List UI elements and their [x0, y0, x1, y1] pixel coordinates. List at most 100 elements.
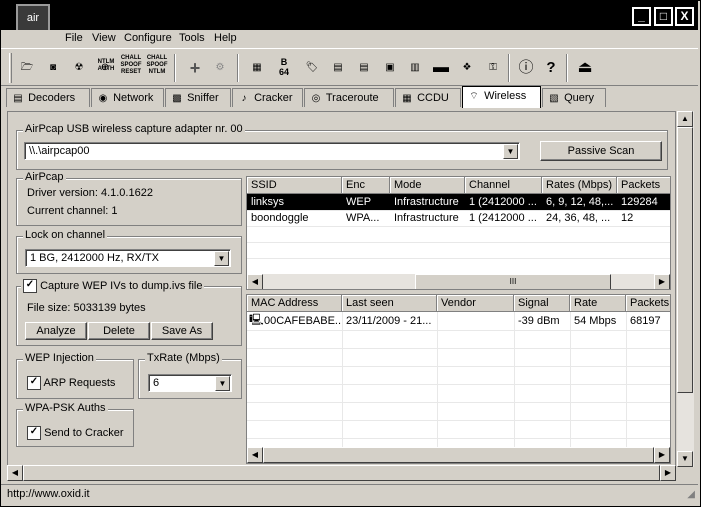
col-vendor[interactable]: Vendor [437, 295, 514, 312]
cmll-spoof-ntlm-icon[interactable]: CHALL SPOOF NTLM [145, 55, 169, 79]
tab-query[interactable]: ▧ Query [542, 88, 606, 107]
chevron-down-icon[interactable]: ▼ [215, 376, 230, 391]
col-rates[interactable]: Rates (Mbps) [542, 177, 617, 194]
send-to-cracker-row[interactable]: ✓ Send to Cracker [27, 426, 124, 440]
col-signal[interactable]: Signal [514, 295, 570, 312]
col-last-seen[interactable]: Last seen [342, 295, 437, 312]
scroll-down-icon[interactable]: ▼ [677, 451, 693, 467]
resize-grip-icon[interactable]: ◢ [687, 489, 695, 500]
txrate-select[interactable]: 6 ▼ [148, 374, 232, 392]
network-icon[interactable]: ❖ [455, 56, 479, 80]
tab-sniffer[interactable]: ▩ Sniffer [165, 88, 231, 107]
record-icon[interactable]: ▬ [429, 56, 453, 80]
col-packets[interactable]: Packets [626, 295, 670, 312]
passive-scan-button[interactable]: Passive Scan [540, 141, 662, 161]
network-icon: ◉ [98, 93, 108, 104]
adapter-select-value: \\.\airpcap00 [29, 145, 90, 157]
ap-list-hscrollbar[interactable]: ◀ III ▶ [247, 274, 670, 289]
toolbar-separator [174, 54, 176, 82]
terminal-icon[interactable]: ▣ [378, 56, 402, 80]
tag-icon[interactable]: 🏷 [300, 56, 324, 80]
chevron-down-icon[interactable]: ▼ [214, 251, 229, 266]
cmll-spoof-reset-icon[interactable]: CHALL SPOOF RESET [119, 55, 143, 79]
arp-requests-checkbox[interactable]: ✓ [27, 376, 41, 390]
biohazard-icon[interactable]: ☢ [67, 56, 91, 80]
lock-channel-value: 1 BG, 2412000 Hz, RX/TX [30, 252, 160, 264]
col-channel[interactable]: Channel [465, 177, 542, 194]
delete-button[interactable]: Delete [88, 322, 150, 340]
menu-help[interactable]: Help [214, 32, 237, 44]
grid-line [247, 348, 670, 349]
tab-cracker[interactable]: ♪ Cracker [232, 88, 303, 107]
info-icon[interactable]: ⓘ [514, 56, 538, 80]
key-icon[interactable]: ⚿ [481, 56, 505, 80]
minimize-button[interactable]: _ [632, 7, 651, 26]
driver-version: Driver version: 4.1.0.1622 [27, 187, 153, 199]
scroll-left-icon[interactable]: ◀ [247, 447, 263, 463]
lock-channel-select[interactable]: 1 BG, 2412000 Hz, RX/TX ▼ [25, 249, 231, 267]
scroll-right-icon[interactable]: ▶ [660, 465, 676, 481]
send-to-cracker-checkbox[interactable]: ✓ [27, 426, 41, 440]
ccdu-icon: ▦ [402, 93, 412, 104]
scroll-thumb[interactable]: III [415, 274, 611, 289]
main-hscrollbar[interactable]: ◀ ▶ [7, 465, 676, 481]
table-row[interactable]: linksys WEP Infrastructure 1 (2412000 ..… [247, 194, 670, 210]
scroll-thumb[interactable] [677, 127, 693, 393]
hash-icon[interactable]: ▤ [326, 56, 350, 80]
help-icon[interactable]: ? [539, 56, 563, 80]
clear-icon[interactable]: ⚙ [208, 56, 232, 80]
client-list-hscrollbar[interactable]: ◀ ▶ [247, 447, 670, 463]
chevron-down-icon[interactable]: ▼ [503, 144, 518, 159]
open-folder-icon[interactable]: 🗁 [15, 56, 39, 80]
menu-tools[interactable]: Tools [179, 32, 205, 44]
menu-file[interactable]: File [65, 32, 83, 44]
scroll-right-icon[interactable]: ▶ [654, 274, 670, 289]
grid-icon[interactable]: ▦ [245, 56, 269, 80]
scroll-up-icon[interactable]: ▲ [677, 111, 693, 127]
close-button[interactable]: X [675, 7, 694, 26]
capture-group: ✓ Capture WEP IVs to dump.ivs file File … [16, 279, 242, 346]
scroll-right-icon[interactable]: ▶ [654, 447, 670, 463]
hash2-icon[interactable]: ▤ [352, 56, 376, 80]
save-as-button[interactable]: Save As [151, 322, 213, 340]
adapter-select[interactable]: \\.\airpcap00 ▼ [24, 142, 520, 160]
scroll-left-icon[interactable]: ◀ [247, 274, 263, 289]
client-list[interactable]: MAC Address Last seen Vendor Signal Rate… [246, 294, 671, 464]
scroll-thumb[interactable] [23, 465, 660, 481]
access-point-list[interactable]: SSID Enc Mode Channel Rates (Mbps) Packe… [246, 176, 671, 290]
tab-network[interactable]: ◉ Network [91, 88, 164, 107]
toolbar-separator [566, 54, 568, 82]
scroll-thumb[interactable] [263, 447, 654, 463]
scroll-left-icon[interactable]: ◀ [7, 465, 23, 481]
col-rate[interactable]: Rate [570, 295, 626, 312]
menu-view[interactable]: View [92, 32, 116, 44]
add-icon[interactable]: + [183, 56, 207, 80]
col-mode[interactable]: Mode [390, 177, 465, 194]
arp-requests-row[interactable]: ✓ ARP Requests [27, 376, 115, 390]
wep-injection-group: WEP Injection ✓ ARP Requests [16, 352, 134, 399]
tab-traceroute[interactable]: ◎ Traceroute [304, 88, 394, 107]
maximize-button[interactable]: □ [654, 7, 673, 26]
capture-checkbox-row[interactable]: ✓ Capture WEP IVs to dump.ivs file [21, 279, 205, 293]
col-enc[interactable]: Enc [342, 177, 390, 194]
col-mac-address[interactable]: MAC Address [247, 295, 342, 312]
capture-checkbox[interactable]: ✓ [23, 279, 37, 293]
save-icon[interactable]: ◙ [41, 56, 65, 80]
cell-mac-address: 00CAFEBABE... [264, 315, 342, 327]
table-row[interactable]: boondoggle WPA... Infrastructure 1 (2412… [247, 210, 670, 226]
grid-line [247, 242, 670, 243]
col-ssid[interactable]: SSID [247, 177, 342, 194]
main-vscrollbar[interactable]: ▲ ▼ [677, 111, 694, 467]
analyze-button[interactable]: Analyze [25, 322, 87, 340]
ntlm-auth-icon[interactable]: NTLM AUTH [94, 59, 118, 83]
table-row[interactable]: 🖳 00CAFEBABE... 23/11/2009 - 21... -39 d… [247, 313, 670, 330]
tab-decoders[interactable]: ▤ Decoders [6, 88, 90, 107]
hardware-icon[interactable]: ▥ [403, 56, 427, 80]
menu-configure[interactable]: Configure [124, 32, 172, 44]
base64-icon[interactable]: B 64 [272, 57, 296, 81]
traceroute-icon: ◎ [311, 93, 321, 104]
tab-ccdu[interactable]: ▦ CCDU [395, 88, 461, 107]
col-packets[interactable]: Packets [617, 177, 670, 194]
exit-icon[interactable]: ⏏ [573, 56, 597, 80]
tab-wireless[interactable]: ⌔ Wireless [462, 86, 541, 108]
